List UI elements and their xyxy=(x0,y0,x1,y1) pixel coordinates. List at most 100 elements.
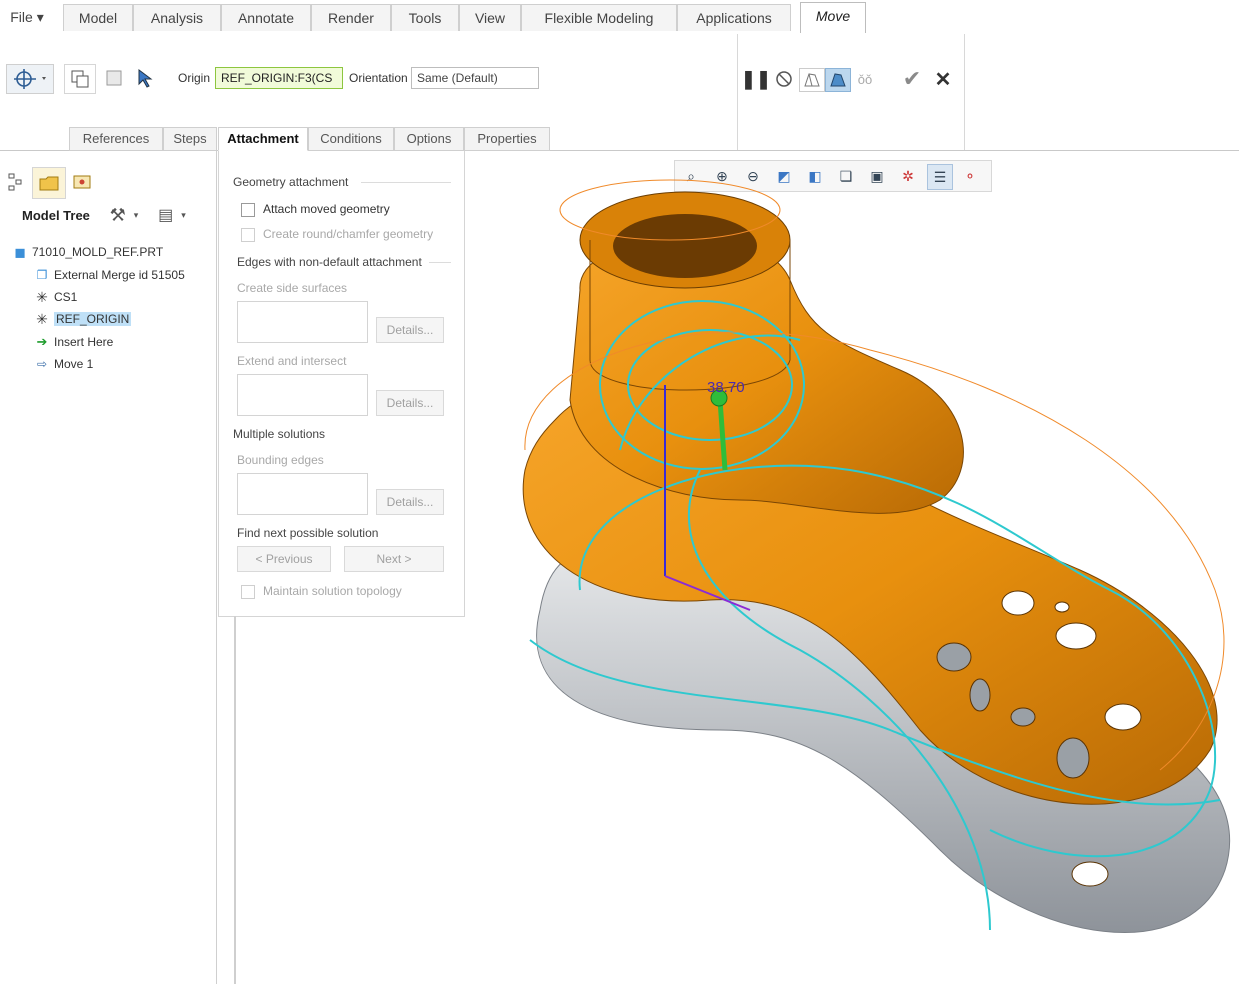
cancel-button[interactable]: ✕ xyxy=(931,66,955,92)
extend-intersect-collector[interactable] xyxy=(237,374,368,416)
merge-icon: ❐ xyxy=(36,268,48,282)
tree-item-label: REF_ORIGIN xyxy=(54,312,132,326)
subtab-options[interactable]: Options xyxy=(394,127,464,151)
graphics-viewport[interactable]: 38.70 xyxy=(470,170,1239,984)
orientation-label: Orientation xyxy=(349,71,408,85)
tab-render[interactable]: Render xyxy=(311,4,391,31)
tree-item-part[interactable]: ◼ 71010_MOLD_REF.PRT xyxy=(12,245,163,259)
file-menu[interactable]: File ▾ xyxy=(4,4,50,30)
tab-flexible-modeling[interactable]: Flexible Modeling xyxy=(521,4,677,31)
subtab-properties[interactable]: Properties xyxy=(464,127,550,151)
csys-icon: ✳ xyxy=(36,311,48,327)
copy-icon xyxy=(71,70,89,88)
folder-browser-tab[interactable] xyxy=(32,167,66,199)
preview-mesh-button[interactable] xyxy=(799,68,825,92)
tree-show-button[interactable]: ▤ ▾ xyxy=(152,203,192,227)
list-icon: ▤ xyxy=(158,207,174,224)
multiple-solutions-header: Multiple solutions xyxy=(233,427,326,441)
tree-item-ref-origin[interactable]: ✳ REF_ORIGIN xyxy=(34,311,132,327)
tab-tools[interactable]: Tools xyxy=(391,4,459,31)
previous-button[interactable]: < Previous xyxy=(237,546,331,572)
create-round-label: Create round/chamfer geometry xyxy=(263,227,434,241)
move-type-dropdown[interactable] xyxy=(6,64,54,94)
maintain-topology-checkbox[interactable] xyxy=(241,585,255,599)
tree-item-label: Insert Here xyxy=(54,335,114,349)
ribbon: Origin REF_ORIGIN:F3(CS Orientation Same… xyxy=(0,34,1239,151)
tab-applications[interactable]: Applications xyxy=(677,4,791,31)
subtab-references[interactable]: References xyxy=(69,127,163,151)
glasses-icon: ǒǒ xyxy=(857,71,873,87)
tab-analysis[interactable]: Analysis xyxy=(133,4,221,31)
tree-item-insert-here[interactable]: ➔ Insert Here xyxy=(34,334,114,350)
maintain-topology-label: Maintain solution topology xyxy=(263,584,402,598)
csys-icon: ✳ xyxy=(36,289,48,305)
create-side-label: Create side surfaces xyxy=(237,281,348,295)
tree-settings-button[interactable]: ⚒ ▾ xyxy=(104,203,144,227)
tools-icon: ⚒ xyxy=(109,204,126,225)
divider xyxy=(429,262,451,263)
subtab-conditions[interactable]: Conditions xyxy=(308,127,394,151)
preview-solid-button[interactable] xyxy=(825,68,851,92)
extend-intersect-label: Extend and intersect xyxy=(237,354,347,368)
tree-icon xyxy=(8,173,22,191)
next-button[interactable]: Next > xyxy=(344,546,444,572)
operation-group xyxy=(737,34,965,150)
divider xyxy=(361,182,451,183)
tree-item-label: 71010_MOLD_REF.PRT xyxy=(32,245,164,259)
attachment-panel: Geometry attachment Attach moved geometr… xyxy=(218,151,465,617)
details-button-extend[interactable]: Details... xyxy=(376,390,444,416)
model-tree-panel: Model Tree ⚒ ▾ ▤ ▾ ◼ 71010_MOLD_REF.PRT ❐ … xyxy=(0,151,217,984)
move-dragger-icon xyxy=(14,69,46,89)
part-icon: ◼ xyxy=(14,244,26,260)
subtab-steps[interactable]: Steps xyxy=(163,127,217,151)
ok-button[interactable]: ✔ xyxy=(899,66,925,92)
menu-bar: File ▾ Model Analysis Annotate Render To… xyxy=(0,0,1239,35)
close-icon: ✕ xyxy=(934,68,952,91)
tab-move[interactable]: Move xyxy=(800,2,866,33)
tab-view[interactable]: View xyxy=(459,4,521,31)
attach-moved-checkbox[interactable] xyxy=(241,203,255,217)
favorites-icon xyxy=(73,175,91,189)
select-geometry-button[interactable] xyxy=(134,66,162,90)
insert-arrow-icon: ➔ xyxy=(36,334,48,349)
tab-annotate[interactable]: Annotate xyxy=(221,4,311,31)
pause-button[interactable]: ❚❚ xyxy=(741,68,771,90)
surface-icon xyxy=(106,70,122,86)
attach-moved-label: Attach moved geometry xyxy=(263,202,390,216)
bounding-edges-label: Bounding edges xyxy=(237,453,324,467)
tree-item-move-1[interactable]: ⇨ Move 1 xyxy=(34,357,93,371)
origin-field[interactable]: REF_ORIGIN:F3(CS xyxy=(215,67,343,89)
subtab-attachment[interactable]: Attachment xyxy=(218,127,308,151)
tree-item-external-merge[interactable]: ❐ External Merge id 51505 xyxy=(34,268,185,282)
no-preview-button[interactable] xyxy=(773,68,795,90)
select-arrow-icon xyxy=(138,69,153,88)
details-button-bounding[interactable]: Details... xyxy=(376,489,444,515)
no-preview-icon xyxy=(776,71,792,87)
bounding-edges-collector[interactable] xyxy=(237,473,368,515)
model-tree-title: Model Tree xyxy=(22,208,90,223)
sash[interactable] xyxy=(234,616,236,984)
create-round-checkbox[interactable] xyxy=(241,228,255,242)
create-side-collector[interactable] xyxy=(237,301,368,343)
tree-item-label: Move 1 xyxy=(54,357,94,371)
chevron-down-icon: ▾ xyxy=(181,209,186,220)
orientation-field[interactable]: Same (Default) xyxy=(411,67,539,89)
details-button-side[interactable]: Details... xyxy=(376,317,444,343)
chevron-down-icon: ▾ xyxy=(133,209,139,220)
move-feature-icon: ⇨ xyxy=(36,357,48,371)
pause-icon: ❚❚ xyxy=(740,68,772,89)
verify-button[interactable]: ǒǒ xyxy=(853,68,877,90)
surface-button[interactable] xyxy=(102,66,126,90)
top-boss-opening xyxy=(613,214,757,278)
dimension-value[interactable]: 38.70 xyxy=(707,379,745,396)
tree-item-cs1[interactable]: ✳ CS1 xyxy=(34,290,77,304)
model-tree-tab[interactable] xyxy=(4,169,26,195)
tab-model[interactable]: Model xyxy=(63,4,133,31)
copy-geometry-button[interactable] xyxy=(64,64,96,94)
solid-preview-icon xyxy=(830,73,846,87)
file-menu-label: File xyxy=(10,9,33,25)
folder-icon xyxy=(39,176,59,191)
favorites-tab[interactable] xyxy=(68,169,96,195)
tree-item-label: CS1 xyxy=(54,290,78,304)
tree-item-label: External Merge id 51505 xyxy=(54,268,185,282)
